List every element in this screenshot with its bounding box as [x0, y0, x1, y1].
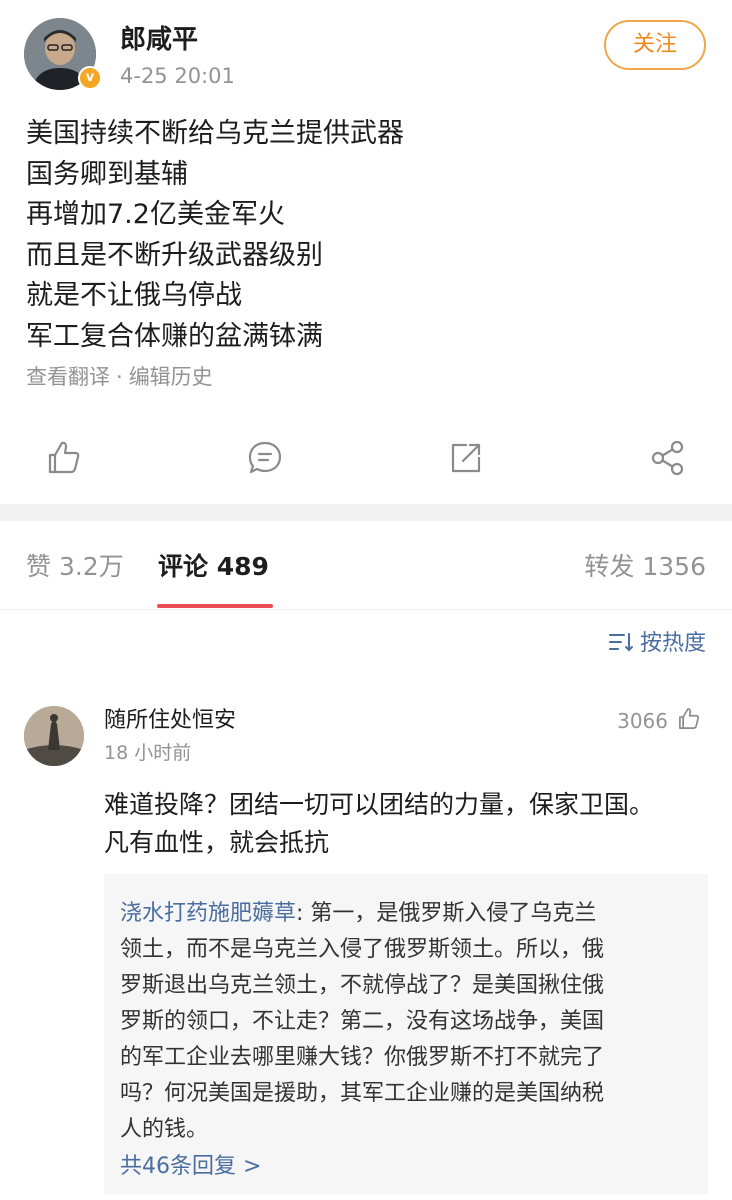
verified-badge-icon: v [78, 66, 102, 90]
reply-line: 吗？何况美国是援助，其军工企业赚的是美国纳税 [120, 1081, 605, 1106]
edit-history-link[interactable]: 编辑历史 [129, 365, 213, 389]
follow-button[interactable]: 关注 [604, 20, 706, 70]
repost-icon[interactable] [446, 438, 486, 478]
reply-line: 的军工企业去哪里赚大钱？你俄罗斯不打不就完了 [120, 1045, 605, 1070]
comment-icon[interactable] [245, 438, 285, 478]
comment-like-button[interactable]: 3066 [617, 706, 702, 736]
reply-user-name[interactable]: 浇水打药施肥薅草 [120, 901, 296, 926]
share-icon[interactable] [648, 438, 688, 478]
comment-line: 凡有血性，就会抵抗 [104, 828, 330, 857]
like-icon[interactable] [44, 438, 84, 478]
post-line: 美国持续不断给乌克兰提供武器 [26, 118, 404, 149]
post-body: 美国持续不断给乌克兰提供武器 国务卿到基辅 再增加7.2亿美金军火 而且是不断升… [26, 114, 706, 357]
interaction-tabs: 赞 3.2万 评论 489 转发 1356 [0, 521, 732, 610]
post-line: 国务卿到基辅 [26, 158, 188, 190]
reply-line: 浇水打药施肥薅草: 第一，是俄罗斯入侵了乌克兰 [120, 896, 692, 932]
view-all-replies-link[interactable]: 共46条回复 > [120, 1152, 261, 1182]
comment-time: 18 小时前 [104, 742, 192, 764]
comment-body: 难道投降？团结一切可以团结的力量，保家卫国。 凡有血性，就会抵抗 [104, 786, 714, 862]
post-line: 而且是不断升级武器级别 [26, 239, 323, 271]
tab-likes[interactable]: 赞 3.2万 [26, 551, 124, 583]
commenter-name[interactable]: 随所住处恒安 [104, 706, 236, 736]
commenter-avatar[interactable] [24, 706, 84, 766]
post-meta: 查看翻译 · 编辑历史 [26, 362, 213, 392]
tab-reposts[interactable]: 转发 1356 [584, 551, 706, 583]
reply-body: 浇水打药施肥薅草: 第一，是俄罗斯入侵了乌克兰 领土，而不是乌克兰入侵了俄罗斯领… [120, 896, 692, 1148]
active-tab-indicator [157, 604, 273, 608]
post-line: 军工复合体赚的盆满钵满 [26, 320, 323, 352]
sort-icon [608, 631, 634, 657]
post-line: 就是不让俄乌停战 [26, 280, 242, 311]
reply-first-line: : 第一，是俄罗斯入侵了乌克兰 [296, 901, 597, 926]
tab-comments[interactable]: 评论 489 [158, 551, 269, 583]
sort-label: 按热度 [639, 631, 706, 656]
sort-toggle[interactable]: 按热度 [608, 628, 706, 660]
reply-line: 罗斯退出乌克兰领土，不就停战了？是美国揪住俄 [120, 973, 605, 998]
reply-line: 罗斯的领口，不让走？第二，没有这场战争，美国 [120, 1009, 605, 1034]
post-card: v 郎咸平 4-25 20:01 关注 美国持续不断给乌克兰提供武器 国务卿到基… [0, 0, 732, 504]
comment-line: 难道投降？团结一切可以团结的力量，保家卫国。 [104, 790, 655, 819]
comment-like-icon [676, 706, 702, 736]
reply-preview[interactable]: 浇水打药施肥薅草: 第一，是俄罗斯入侵了乌克兰 领土，而不是乌克兰入侵了俄罗斯领… [104, 874, 708, 1194]
view-translation-link[interactable]: 查看翻译 [26, 365, 110, 389]
post-time: 4-25 20:01 [120, 64, 235, 88]
post-line: 再增加7.2亿美金军火 [26, 199, 285, 230]
section-divider [0, 504, 732, 521]
reply-line: 领土，而不是乌克兰入侵了俄罗斯领土。所以，俄 [120, 937, 605, 962]
reply-line: 人的钱。 [120, 1117, 209, 1142]
meta-separator: · [116, 365, 123, 389]
author-name[interactable]: 郎咸平 [120, 24, 198, 56]
comment-like-count: 3066 [617, 709, 668, 733]
